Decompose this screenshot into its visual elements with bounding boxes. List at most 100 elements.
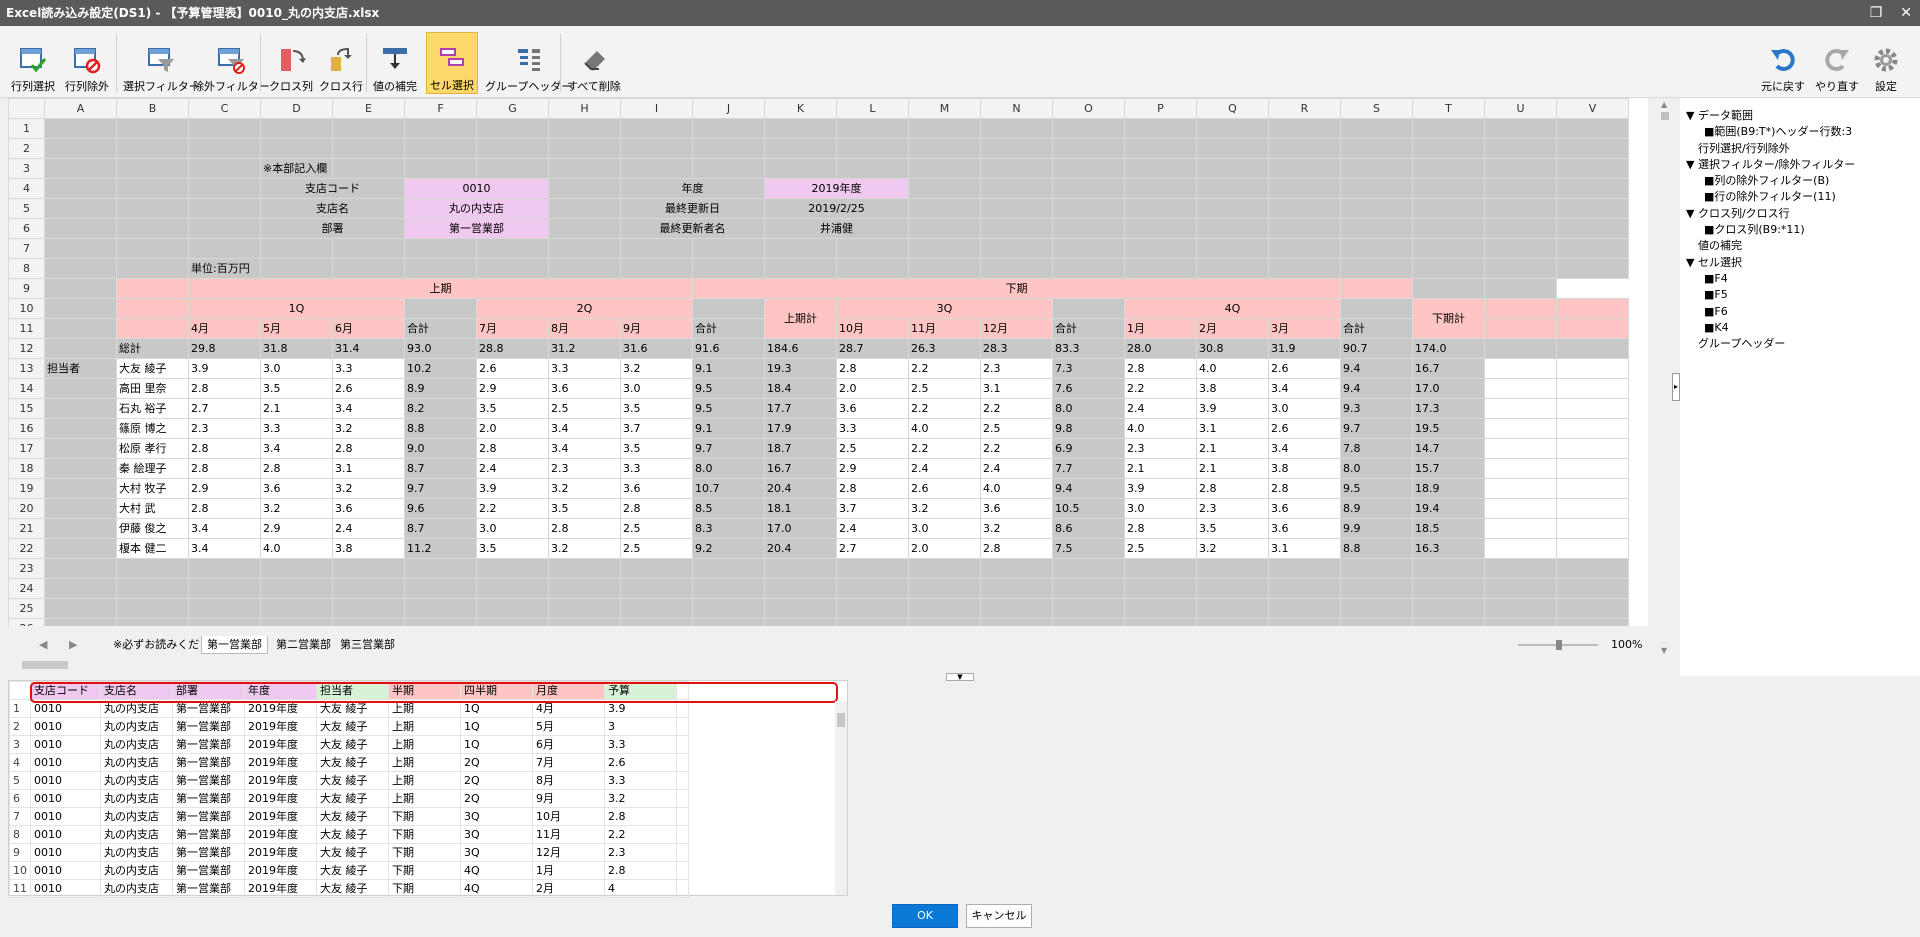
cell[interactable] — [1196, 238, 1269, 259]
cell[interactable] — [836, 238, 909, 259]
value-cell[interactable]: 11.2 — [404, 538, 477, 559]
value-cell[interactable]: 9.7 — [1340, 418, 1413, 439]
value-cell[interactable]: 2.8 — [980, 538, 1053, 559]
cell[interactable] — [1124, 258, 1197, 279]
delete-all-button[interactable]: すべて削除 — [564, 32, 624, 94]
value-cell[interactable]: 7.5 — [1052, 538, 1125, 559]
column-header[interactable]: J — [692, 98, 765, 119]
total-value[interactable]: 26.3 — [908, 338, 981, 359]
row-header[interactable]: 5 — [8, 198, 45, 219]
value-cell[interactable]: 3.2 — [260, 498, 333, 519]
table-row[interactable]: 7 0010 丸の内支店 第一営業部 2019年度 大友 綾子 下期 3Q 10月 2.8 — [9, 807, 689, 826]
dept-label[interactable]: 部署 — [260, 218, 405, 239]
sheet-tab[interactable]: 第二営業部 — [271, 636, 336, 654]
cell[interactable] — [332, 238, 405, 259]
cell[interactable] — [1052, 158, 1125, 179]
cell[interactable] — [764, 118, 837, 139]
total-value[interactable]: 174.0 — [1412, 338, 1485, 359]
value-cell[interactable]: 3.5 — [548, 498, 621, 519]
cell[interactable] — [1484, 618, 1557, 626]
value-cell[interactable]: 9.5 — [1340, 478, 1413, 499]
cell[interactable] — [908, 238, 981, 259]
updater-label[interactable]: 最終更新者名 — [620, 218, 765, 239]
value-cell[interactable]: 3.5 — [1196, 518, 1269, 539]
cell[interactable] — [44, 138, 117, 159]
cell[interactable] — [1556, 198, 1629, 219]
cell[interactable] — [404, 118, 477, 139]
value-cell[interactable]: 3.2 — [548, 478, 621, 499]
horizontal-scrollbar[interactable] — [8, 658, 1658, 672]
month-header[interactable]: 合計 — [692, 318, 765, 339]
value-cell[interactable]: 2.1 — [1196, 438, 1269, 459]
cell[interactable] — [1052, 618, 1125, 626]
value-cell[interactable]: 2.3 — [1124, 438, 1197, 459]
tree-item[interactable]: ■F5 — [1680, 287, 1920, 303]
value-cell[interactable]: 3.6 — [836, 398, 909, 419]
value-cell[interactable]: 9.3 — [1340, 398, 1413, 419]
staff-name[interactable]: 榎本 健二 — [116, 538, 189, 559]
cell[interactable] — [980, 598, 1053, 619]
value-cell[interactable]: 2.2 — [908, 438, 981, 459]
cell[interactable] — [548, 558, 621, 579]
cell[interactable] — [1412, 158, 1485, 179]
value-cell[interactable]: 2.7 — [188, 398, 261, 419]
value-cell[interactable]: 2.8 — [836, 358, 909, 379]
value-cell[interactable]: 10.2 — [404, 358, 477, 379]
cell[interactable] — [1484, 578, 1557, 599]
table-row[interactable]: 5 0010 丸の内支店 第一営業部 2019年度 大友 綾子 上期 2Q 8月 3.3 — [9, 771, 689, 790]
column-header[interactable]: V — [1556, 98, 1629, 119]
cell[interactable] — [1484, 538, 1557, 559]
cell[interactable] — [332, 118, 405, 139]
table-row[interactable]: 11 0010 丸の内支店 第一営業部 2019年度 大友 綾子 下期 4Q 2月 4 — [9, 879, 689, 898]
cell[interactable] — [1124, 578, 1197, 599]
value-cell[interactable]: 15.7 — [1412, 458, 1485, 479]
cell[interactable] — [1268, 138, 1341, 159]
cancel-button[interactable]: キャンセル — [966, 904, 1032, 928]
tree-item[interactable]: 値の補完 — [1680, 238, 1920, 254]
cell[interactable] — [764, 578, 837, 599]
column-header[interactable]: G — [476, 98, 549, 119]
value-cell[interactable]: 3.6 — [332, 498, 405, 519]
cell[interactable] — [476, 138, 549, 159]
cell[interactable] — [1484, 498, 1557, 519]
value-cell[interactable]: 3.9 — [1124, 478, 1197, 499]
value-cell[interactable]: 2.1 — [1196, 458, 1269, 479]
value-cell[interactable]: 7.7 — [1052, 458, 1125, 479]
cell[interactable] — [1412, 238, 1485, 259]
value-cell[interactable]: 3.4 — [1268, 438, 1341, 459]
table-row[interactable]: 9 0010 丸の内支店 第一営業部 2019年度 大友 綾子 下期 3Q 12月 2.3 — [9, 843, 689, 862]
cell[interactable] — [44, 398, 117, 419]
cell[interactable] — [476, 118, 549, 139]
tree-item[interactable]: ▼ 選択フィルター/除外フィルター — [1680, 157, 1920, 173]
month-header[interactable]: 1月 — [1124, 318, 1197, 339]
value-cell[interactable]: 4.0 — [980, 478, 1053, 499]
total-value[interactable]: 31.6 — [620, 338, 693, 359]
cell[interactable] — [1484, 558, 1557, 579]
row-header[interactable]: 13 — [8, 358, 45, 379]
value-cell[interactable]: 2.8 — [188, 498, 261, 519]
value-cell[interactable]: 4.0 — [260, 538, 333, 559]
value-cell[interactable]: 9.4 — [1340, 358, 1413, 379]
value-cell[interactable]: 18.1 — [764, 498, 837, 519]
value-cell[interactable]: 3.2 — [908, 498, 981, 519]
updated-label[interactable]: 最終更新日 — [620, 198, 765, 219]
cell[interactable] — [476, 558, 549, 579]
cell[interactable] — [1484, 218, 1557, 239]
value-cell[interactable]: 19.3 — [764, 358, 837, 379]
cell[interactable] — [188, 578, 261, 599]
cell[interactable] — [1196, 558, 1269, 579]
cell[interactable] — [1196, 118, 1269, 139]
table-row[interactable]: 1 0010 丸の内支店 第一営業部 2019年度 大友 綾子 上期 1Q 4月 3.9 — [9, 699, 689, 718]
cell[interactable] — [548, 578, 621, 599]
cell[interactable] — [1196, 198, 1269, 219]
cell[interactable] — [44, 198, 117, 219]
cell[interactable] — [1412, 558, 1485, 579]
cell[interactable] — [1340, 558, 1413, 579]
value-cell[interactable]: 2.8 — [620, 498, 693, 519]
cell[interactable] — [1556, 338, 1629, 359]
cell[interactable] — [1340, 158, 1413, 179]
settings-button[interactable]: 設定 — [1868, 32, 1904, 94]
cell[interactable] — [116, 318, 189, 339]
row-header[interactable]: 23 — [8, 558, 45, 579]
tree-item[interactable]: ■F4 — [1680, 271, 1920, 287]
